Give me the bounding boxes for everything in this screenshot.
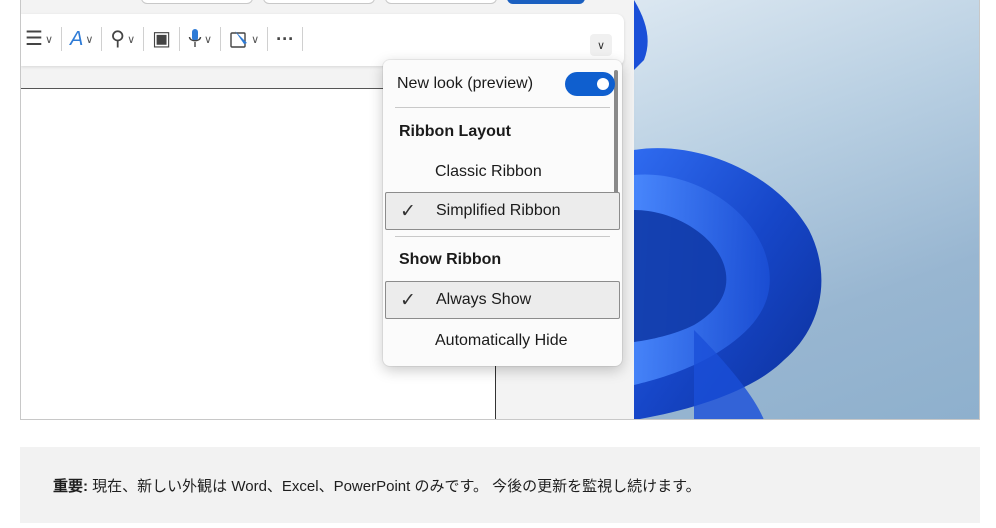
title-bar-buttons [141,0,585,4]
ribbon-layout-heading-label: Ribbon Layout [399,123,511,140]
new-look-label: New look (preview) [397,75,534,92]
windows-bloom-swirl [634,0,822,419]
editor-pen-icon: A [70,28,84,50]
show-ribbon-heading: Show Ribbon [385,245,620,275]
paragraph-options-tool[interactable]: ☰ ∨ [21,23,59,55]
chevron-down-icon: ∨ [251,33,260,46]
desktop-wallpaper [634,0,979,419]
reading-view-tool[interactable]: ▣ [146,23,177,55]
important-note: 重要: 現在、新しい外観は Word、Excel、PowerPoint のみです… [20,447,980,523]
toolbar-separator [143,27,145,51]
dictate-mic-icon [188,29,202,47]
dictate-tool[interactable]: ∨ [182,23,218,55]
menu-divider [395,236,610,237]
toggle-knob [597,78,609,90]
classic-ribbon-label: Classic Ribbon [435,163,542,180]
toolbar-separator [302,27,304,51]
screenshot-frame: ☰ ∨ A ∨ ⚲ ∨ ▣ ∨ ∨ ··· ∨ New look (previe… [20,0,980,420]
automatically-hide-item[interactable]: Automatically Hide [385,322,620,360]
toolbar-separator [61,27,62,51]
chevron-down-icon: ∨ [127,33,136,46]
editor-tool[interactable]: A ∨ [64,23,99,55]
toolbar-separator [220,27,222,51]
automatically-hide-label: Automatically Hide [435,332,568,349]
checkmark-icon: ✓ [400,201,416,222]
simplified-ribbon-item[interactable]: ✓ Simplified Ribbon [385,192,620,230]
more-options-button[interactable]: ··· [270,23,300,55]
classic-ribbon-item[interactable]: Classic Ribbon [385,153,620,191]
ribbon-options-menu: New look (preview) Ribbon Layout Classic… [383,60,622,366]
more-icon: ··· [276,29,295,49]
chevron-down-icon: ∨ [204,33,213,46]
always-show-label: Always Show [436,291,532,308]
reading-view-icon: ▣ [152,28,172,50]
chevron-down-icon: ∨ [85,33,94,46]
always-show-item[interactable]: ✓ Always Show [385,281,620,319]
title-bar-button[interactable] [385,0,497,4]
designer-icon [230,31,248,48]
note-body: 現在、新しい外観は Word、Excel、PowerPoint のみです。 今後… [92,478,701,495]
toolbar-separator [267,27,269,51]
note-text: 重要: 現在、新しい外観は Word、Excel、PowerPoint のみです… [53,475,701,496]
find-tool[interactable]: ⚲ ∨ [104,23,141,55]
new-look-toggle[interactable] [565,72,615,96]
simplified-ribbon-label: Simplified Ribbon [436,202,561,219]
search-icon: ⚲ [110,28,126,50]
note-label: 重要: [53,478,88,495]
title-bar-button[interactable] [263,0,375,4]
chevron-down-icon: ∨ [44,33,53,46]
toolbar-separator [179,27,181,51]
title-bar-primary-button[interactable] [507,0,585,4]
new-look-toggle-row[interactable]: New look (preview) [385,70,620,98]
chevron-down-icon: ∨ [596,39,606,52]
designer-tool[interactable]: ∨ [223,23,265,55]
simplified-ribbon: ☰ ∨ A ∨ ⚲ ∨ ▣ ∨ ∨ ··· ∨ [21,14,624,66]
ribbon-toolbar: ☰ ∨ A ∨ ⚲ ∨ ▣ ∨ ∨ ··· [21,23,305,55]
ribbon-layout-heading: Ribbon Layout [385,117,620,147]
title-bar-button[interactable] [141,0,253,4]
toolbar-separator [101,27,103,51]
list-icon: ☰ [25,28,43,50]
menu-divider [395,107,610,108]
checkmark-icon: ✓ [400,290,416,311]
show-ribbon-heading-label: Show Ribbon [399,251,502,268]
ribbon-display-options-button[interactable]: ∨ [590,34,612,56]
